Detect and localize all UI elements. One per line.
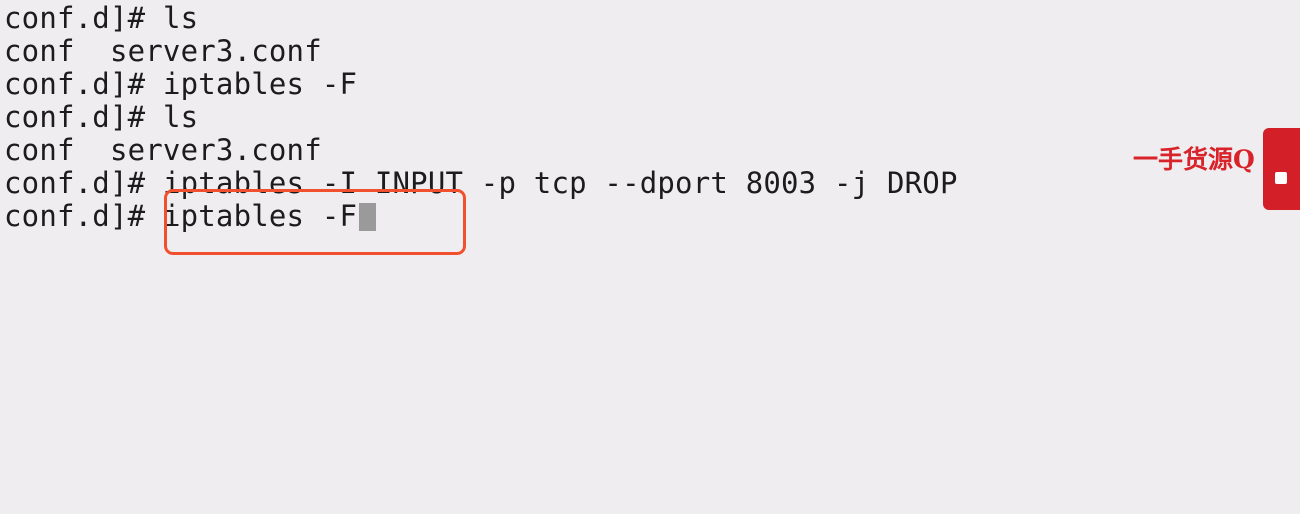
lock-icon — [1275, 172, 1287, 184]
shell-prompt: conf.d]# — [4, 166, 163, 200]
terminal-line: conf server3.conf — [4, 134, 958, 167]
terminal-window[interactable]: conf.d]# ls conf server3.conf conf.d]# i… — [0, 0, 1300, 514]
terminal-line: conf server3.conf — [4, 35, 958, 68]
terminal-line: conf.d]# ls — [4, 2, 958, 35]
command-output: conf server3.conf — [4, 133, 322, 167]
watermark-badge — [1263, 128, 1300, 210]
shell-command: ls — [162, 100, 199, 134]
shell-command: ls — [162, 1, 199, 35]
terminal-current-line[interactable]: conf.d]# iptables -F — [4, 200, 958, 233]
shell-prompt: conf.d]# — [4, 100, 163, 134]
terminal-output: conf.d]# ls conf server3.conf conf.d]# i… — [4, 2, 958, 233]
watermark-text: 一手货源Q — [1133, 145, 1255, 174]
terminal-line: conf.d]# iptables -I INPUT -p tcp --dpor… — [4, 167, 958, 200]
shell-command: iptables -F — [162, 67, 358, 101]
shell-prompt: conf.d]# — [4, 1, 163, 35]
shell-prompt: conf.d]# — [4, 67, 163, 101]
command-output: conf server3.conf — [4, 34, 322, 68]
shell-prompt: conf.d]# — [4, 199, 163, 233]
highlight-annotation-box — [164, 189, 466, 255]
terminal-line: conf.d]# iptables -F — [4, 68, 958, 101]
terminal-line: conf.d]# ls — [4, 101, 958, 134]
